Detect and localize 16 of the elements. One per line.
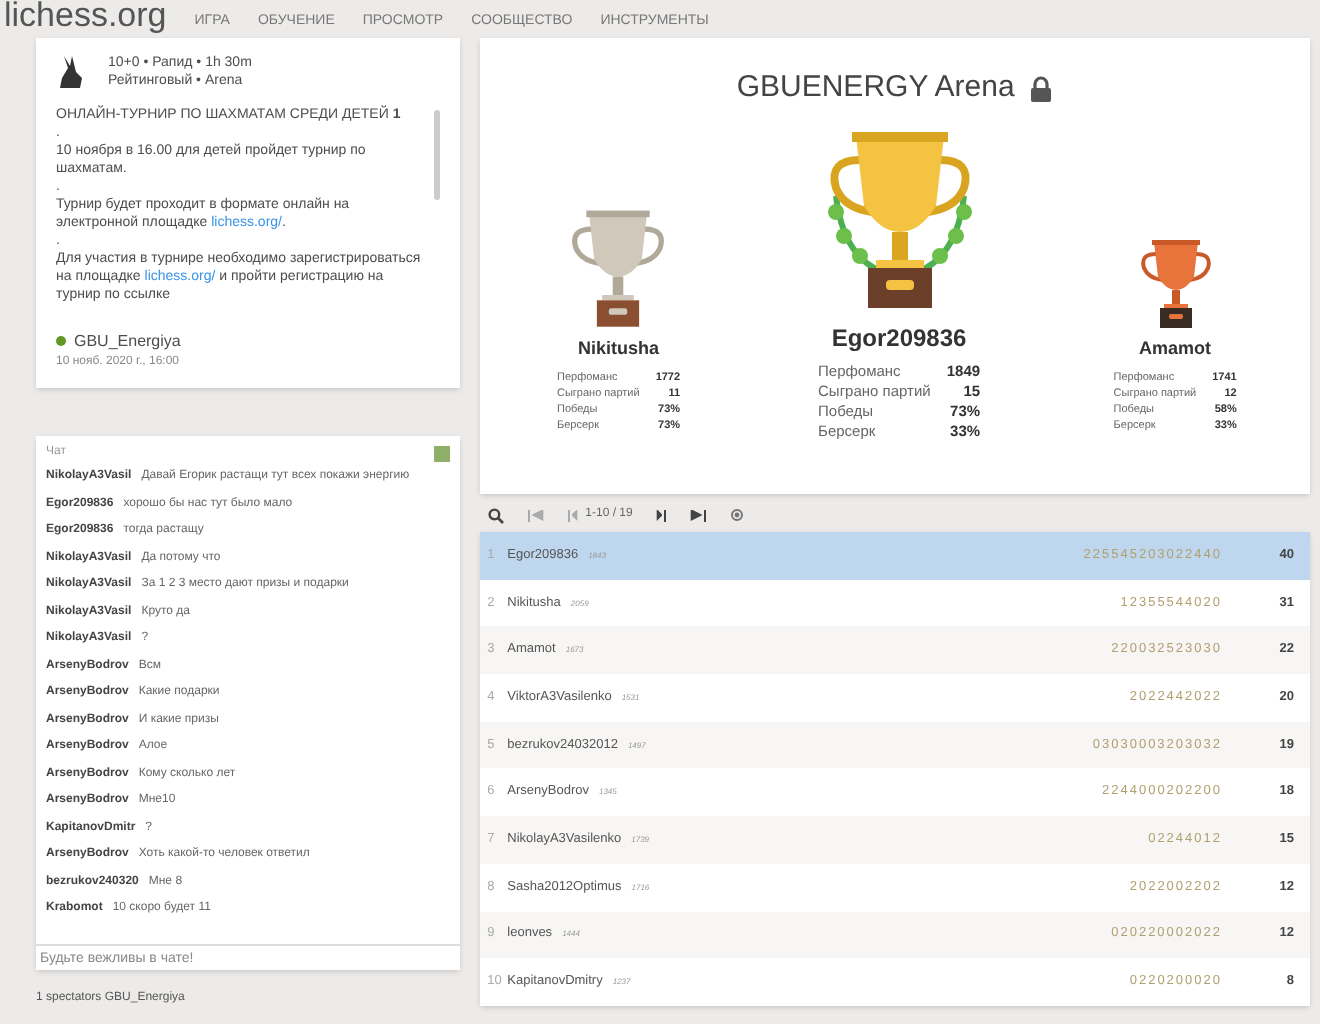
player-name[interactable]: Egor209836: [831, 319, 967, 355]
player-name[interactable]: Amamot: [1139, 336, 1212, 363]
first-page-icon[interactable]: [527, 509, 544, 521]
scrollbar[interactable]: [433, 110, 440, 200]
tournament-title: GBUENERGY Arena: [736, 68, 1015, 108]
search-icon[interactable]: [487, 507, 504, 523]
author-link[interactable]: GBU_Energiya: [74, 332, 181, 350]
previous-page-icon[interactable]: [567, 509, 578, 521]
site-logo[interactable]: lichess.org: [4, 0, 167, 32]
last-page-icon[interactable]: [690, 509, 707, 521]
player-name[interactable]: Nikitusha: [578, 336, 660, 363]
chat-toggle[interactable]: [433, 445, 450, 461]
next-page-icon[interactable]: [656, 509, 667, 521]
rabbit-icon: [56, 54, 88, 90]
lock-icon: [1030, 75, 1053, 102]
target-icon[interactable]: [730, 508, 745, 522]
